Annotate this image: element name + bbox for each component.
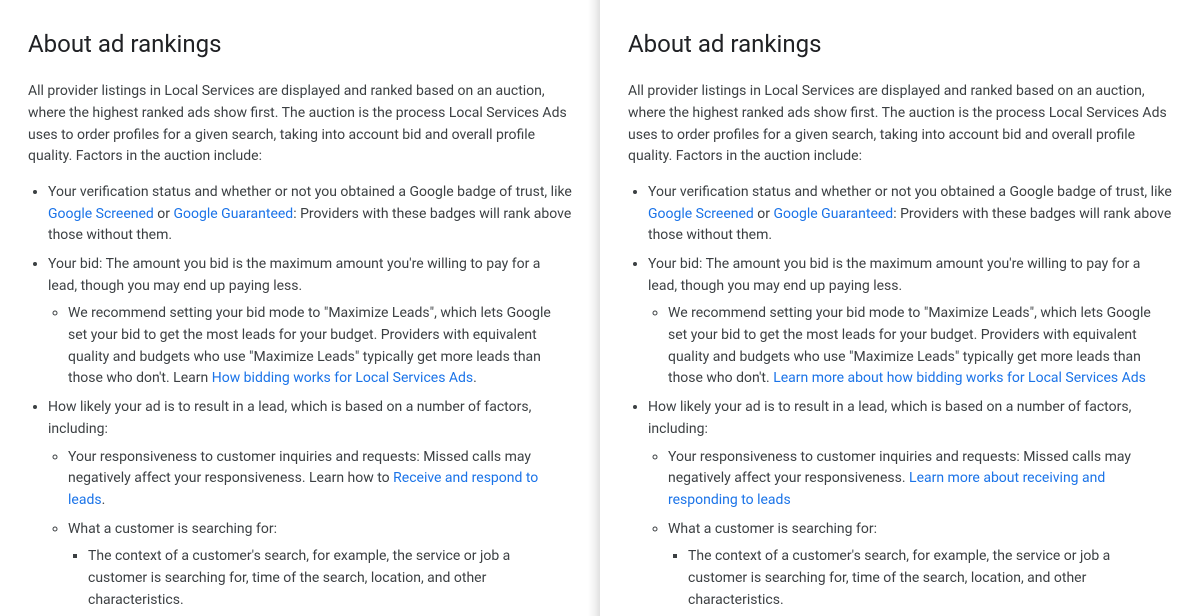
link-bidding-works[interactable]: Learn more about how bidding works for L… xyxy=(773,370,1146,386)
page-title: About ad rankings xyxy=(28,26,572,63)
factor-search: What a customer is searching for: The co… xyxy=(668,519,1172,616)
factor-bid: Your bid: The amount you bid is the maxi… xyxy=(48,254,572,390)
factor-context: The context of a customer's search, for … xyxy=(88,546,572,611)
link-google-guaranteed[interactable]: Google Guaranteed xyxy=(774,206,894,222)
factor-list: Your verification status and whether or … xyxy=(28,182,572,616)
factor-verification: Your verification status and whether or … xyxy=(48,182,572,247)
factor-likely: How likely your ad is to result in a lea… xyxy=(648,397,1172,616)
link-bidding-works[interactable]: How bidding works for Local Services Ads xyxy=(212,370,473,386)
link-google-screened[interactable]: Google Screened xyxy=(48,206,154,222)
link-google-screened[interactable]: Google Screened xyxy=(648,206,754,222)
intro-text: All provider listings in Local Services … xyxy=(28,81,572,168)
right-pane: About ad rankings All provider listings … xyxy=(600,0,1200,616)
factor-search: What a customer is searching for: The co… xyxy=(68,519,572,616)
factor-list: Your verification status and whether or … xyxy=(628,182,1172,616)
intro-text: All provider listings in Local Services … xyxy=(628,81,1172,168)
factor-context: The context of a customer's search, for … xyxy=(688,546,1172,611)
factor-bid: Your bid: The amount you bid is the maxi… xyxy=(648,254,1172,390)
page-title: About ad rankings xyxy=(628,26,1172,63)
left-pane: About ad rankings All provider listings … xyxy=(0,0,600,616)
link-google-guaranteed[interactable]: Google Guaranteed xyxy=(174,206,294,222)
factor-bid-sub: We recommend setting your bid mode to "M… xyxy=(668,303,1172,390)
factor-verification: Your verification status and whether or … xyxy=(648,182,1172,247)
factor-responsiveness: Your responsiveness to customer inquirie… xyxy=(68,447,572,512)
factor-responsiveness: Your responsiveness to customer inquirie… xyxy=(668,447,1172,512)
factor-likely: How likely your ad is to result in a lea… xyxy=(48,397,572,616)
factor-bid-sub: We recommend setting your bid mode to "M… xyxy=(68,303,572,390)
